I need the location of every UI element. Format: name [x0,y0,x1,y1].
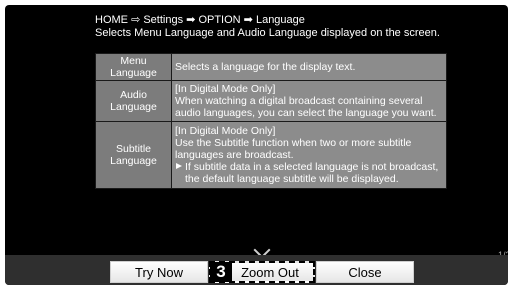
description-line: [In Digital Mode Only] [175,83,276,95]
note-icon [175,161,185,185]
breadcrumb-option: OPTION [198,14,241,26]
table-row: Audio Language [In Digital Mode Only] Wh… [96,81,446,121]
description-line: [In Digital Mode Only] [175,125,276,137]
table-row: Menu Language Selects a language for the… [96,54,446,80]
callout-number: 3 [210,262,232,282]
tv-screen: HOME ⇨ Settings ➡ OPTION ➡ Language Sele… [5,5,508,285]
description-line: When watching a digital broadcast contai… [175,95,437,119]
note-text: If subtitle data in a selected language … [185,161,439,185]
row-label: Subtitle Language [96,122,171,188]
arrow-icon: ➡ [186,14,196,26]
breadcrumb-language: Language [255,14,305,26]
note: If subtitle data in a selected language … [175,161,443,185]
page-subtitle: Selects Menu Language and Audio Language… [95,27,440,39]
row-description: [In Digital Mode Only] When watching a d… [172,81,446,121]
row-description: Selects a language for the display text. [172,54,446,80]
header: HOME ⇨ Settings ➡ OPTION ➡ Language Sele… [95,14,495,40]
description-line: Selects a language for the display text. [175,61,356,73]
button-label: Close [348,264,382,280]
table-row: Subtitle Language [In Digital Mode Only]… [96,122,446,188]
try-now-button[interactable]: Try Now [110,261,208,283]
arrow-icon: ⇨ [131,14,141,26]
close-button[interactable]: Close [316,261,414,283]
breadcrumb-settings: Settings [143,14,184,26]
row-label: Menu Language [96,54,171,80]
row-label: Audio Language [96,81,171,121]
breadcrumb-home: HOME [95,14,128,26]
language-info-table: Menu Language Selects a language for the… [95,53,447,189]
arrow-icon: ➡ [243,14,253,26]
button-label: Try Now [135,264,183,280]
description-line: Use the Subtitle function when two or mo… [175,137,412,161]
breadcrumb: HOME ⇨ Settings ➡ OPTION ➡ Language [95,14,495,27]
button-label: Zoom Out [241,264,299,280]
row-description: [In Digital Mode Only] Use the Subtitle … [172,122,446,188]
